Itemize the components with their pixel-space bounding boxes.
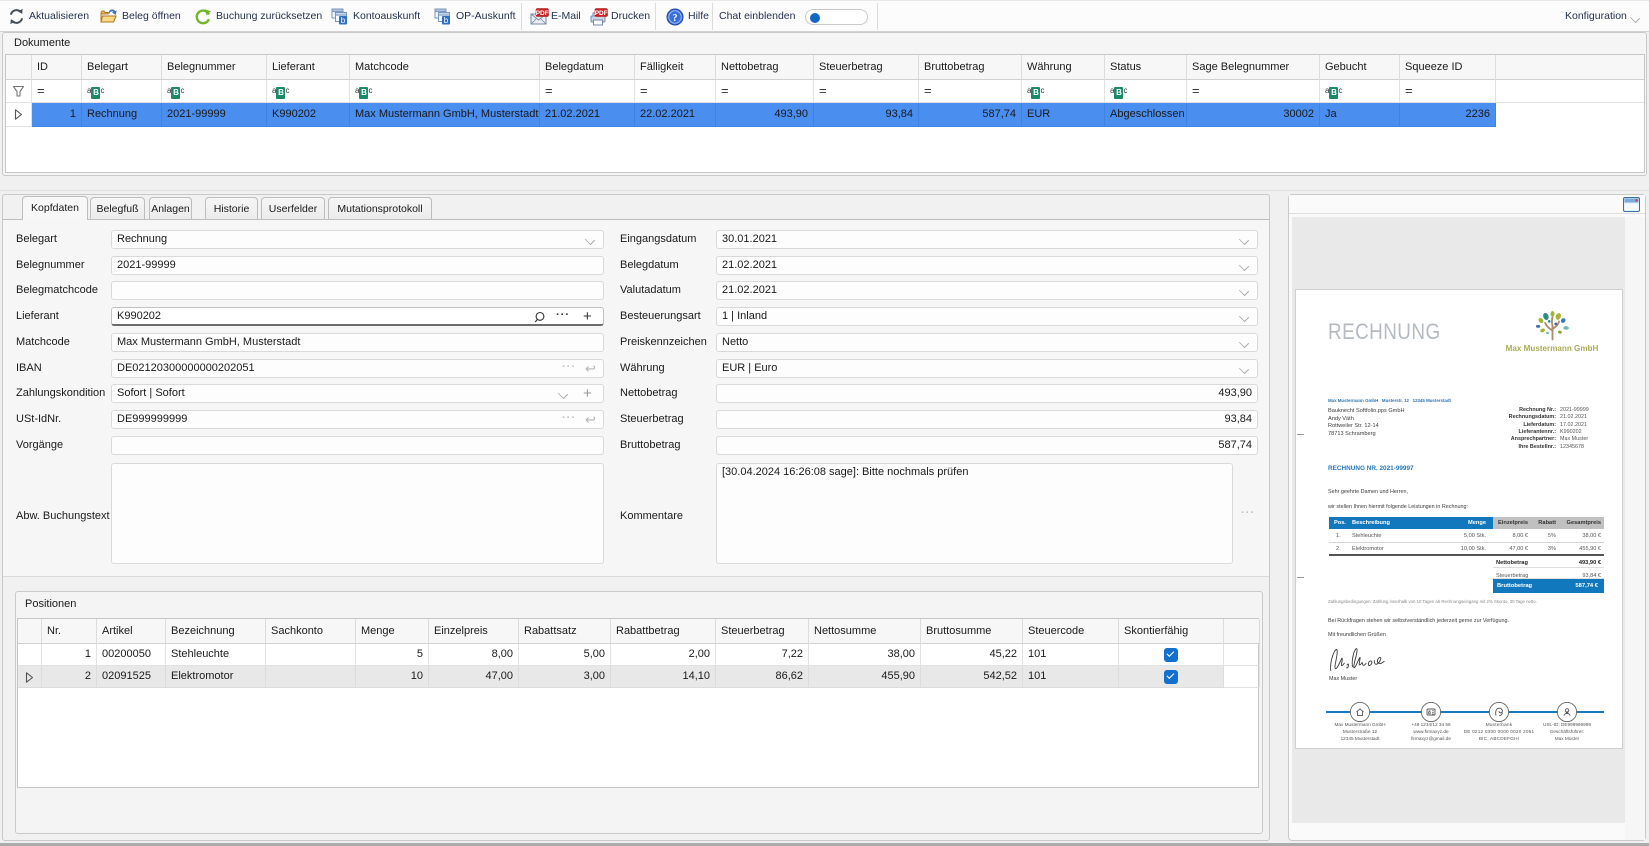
svg-text:b: b — [444, 16, 449, 25]
svg-text:b: b — [341, 16, 346, 25]
svg-text:PDF: PDF — [536, 10, 549, 17]
svg-text:?: ? — [673, 13, 678, 24]
svg-text:PDF: PDF — [595, 10, 608, 17]
